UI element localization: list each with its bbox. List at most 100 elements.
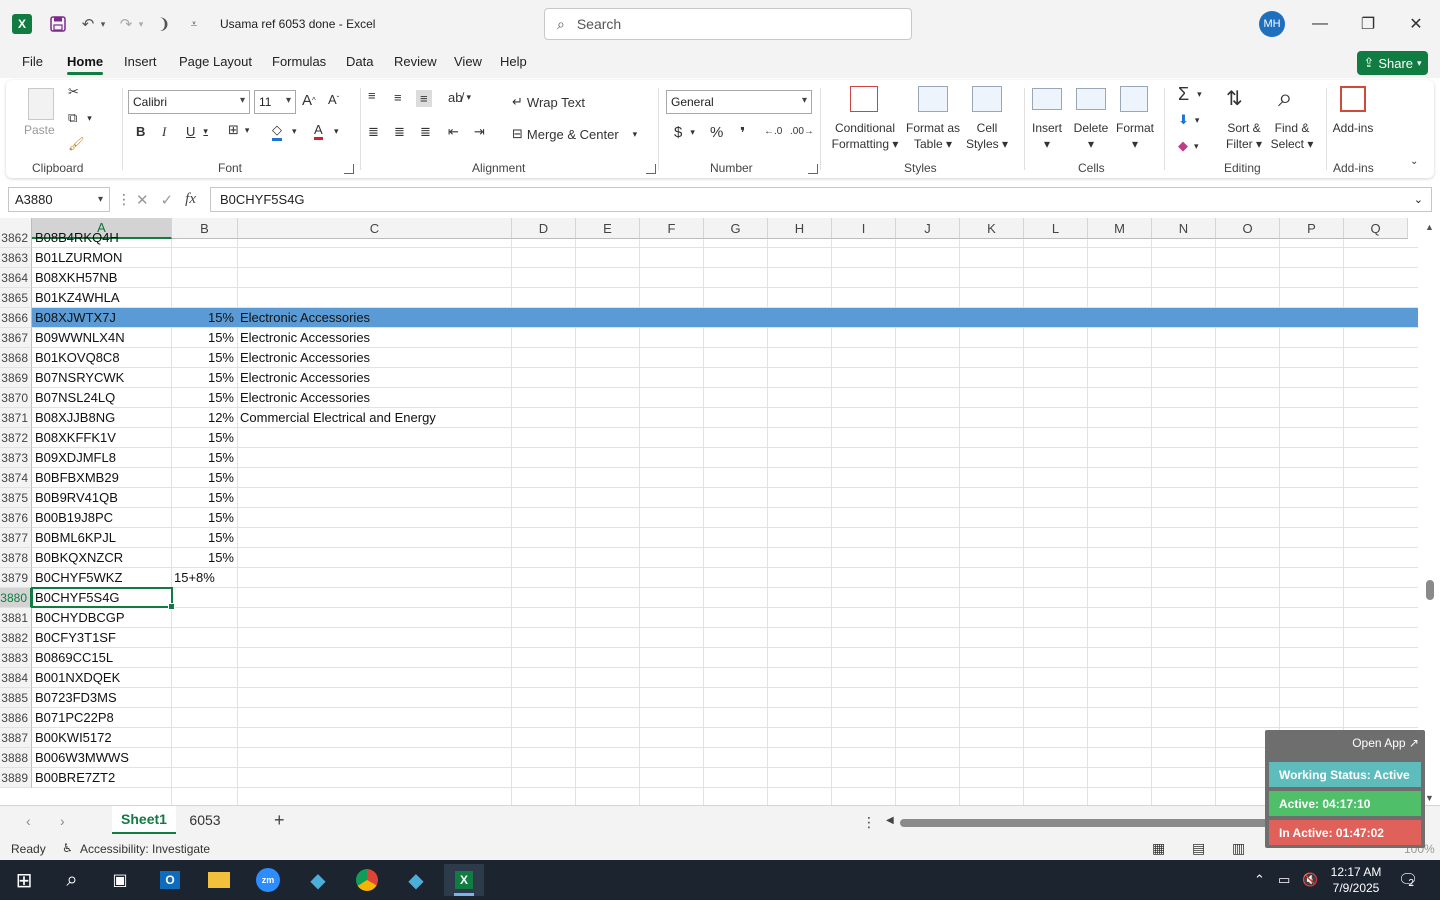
bold-icon[interactable]: B: [136, 124, 145, 139]
clock[interactable]: 12:17 AM 7/9/2025: [1328, 864, 1384, 896]
next-sheet-icon[interactable]: ›: [60, 813, 65, 829]
insert-cells-button[interactable]: Insert ▾: [1030, 120, 1064, 152]
row-header[interactable]: 3862: [0, 228, 32, 248]
table-row[interactable]: B07NSL24LQ 15% Electronic Accessories: [32, 388, 1418, 408]
worksheet-grid[interactable]: A B C D E F G H I J K L M N O P Q 3862 B08B4RKQ4H 3863 B01LZ…: [0, 218, 1440, 805]
prev-sheet-icon[interactable]: ‹: [26, 813, 31, 829]
cell-b[interactable]: 15%: [172, 548, 234, 568]
cell-b[interactable]: 15%: [172, 448, 234, 468]
avatar[interactable]: MH: [1259, 11, 1285, 37]
cell-b[interactable]: 15%: [172, 388, 234, 408]
table-row[interactable]: B08XJWTX7J 15% Electronic Accessories: [32, 308, 1418, 328]
cell-a[interactable]: B07NSL24LQ: [35, 388, 115, 408]
cell-a[interactable]: B0BFBXMB29: [35, 468, 119, 488]
alignment-launcher-icon[interactable]: [646, 164, 656, 174]
cut-icon[interactable]: ✂: [68, 84, 79, 100]
cell-b[interactable]: 15%: [172, 468, 234, 488]
cell-a[interactable]: B08B4RKQ4H: [35, 228, 119, 248]
wrap-text-button[interactable]: ↵ Wrap Text: [512, 94, 585, 110]
tab-home[interactable]: Home: [67, 54, 104, 75]
cell-a[interactable]: B01LZURMON: [35, 248, 122, 268]
increase-decimal-icon[interactable]: ←.0: [764, 126, 782, 137]
task-view-icon[interactable]: ▣: [100, 864, 140, 896]
table-row[interactable]: B00KWI5172: [32, 728, 1418, 748]
share-button[interactable]: ⇪ Share ▾: [1357, 51, 1428, 75]
close-icon[interactable]: ✕: [1392, 0, 1440, 48]
table-row[interactable]: B0723FD3MS: [32, 688, 1418, 708]
cell-b[interactable]: 15%: [172, 308, 234, 328]
row-header[interactable]: 3868: [0, 348, 32, 368]
add-ins-button[interactable]: Add-ins: [1328, 120, 1378, 136]
chevron-down-icon[interactable]: ▾: [292, 126, 297, 137]
increase-indent-icon[interactable]: ⇥: [474, 124, 485, 140]
row-header[interactable]: 3876: [0, 508, 32, 528]
cell-a[interactable]: B0723FD3MS: [35, 688, 117, 708]
page-layout-view-icon[interactable]: ▤: [1192, 840, 1205, 857]
format-painter-icon[interactable]: 🖌: [68, 136, 85, 152]
number-format-select[interactable]: General ▾: [666, 90, 812, 114]
row-header[interactable]: 3883: [0, 648, 32, 668]
table-row[interactable]: B0BML6KPJL 15%: [32, 528, 1418, 548]
cell-a[interactable]: B01KOVQ8C8: [35, 348, 120, 368]
row-header[interactable]: 3875: [0, 488, 32, 508]
find-select-button[interactable]: Find & Select ▾: [1268, 120, 1316, 152]
scroll-up-icon[interactable]: ▲: [1425, 222, 1434, 232]
cell-a[interactable]: B00KWI5172: [35, 728, 112, 748]
undo-icon[interactable]: ↶: [76, 12, 100, 36]
cell-c[interactable]: Electronic Accessories: [240, 328, 370, 348]
borders-icon[interactable]: ⊞ ▾: [228, 122, 249, 138]
volume-icon[interactable]: 🔇: [1302, 860, 1318, 900]
start-icon[interactable]: ⊞: [4, 864, 44, 896]
cell-a[interactable]: B0BKQXNZCR: [35, 548, 123, 568]
tab-formulas[interactable]: Formulas: [272, 54, 326, 69]
tab-insert[interactable]: Insert: [124, 54, 157, 69]
formula-input[interactable]: B0CHYF5S4G ⌄: [210, 187, 1432, 212]
row-header[interactable]: 3873: [0, 448, 32, 468]
table-row[interactable]: B01KZ4WHLA: [32, 288, 1418, 308]
fill-color-icon[interactable]: ◇: [272, 122, 282, 141]
table-row[interactable]: B09XDJMFL8 15%: [32, 448, 1418, 468]
table-row[interactable]: B0BFBXMB29 15%: [32, 468, 1418, 488]
conditional-formatting-button[interactable]: Conditional Formatting ▾: [828, 120, 902, 152]
row-header[interactable]: 3865: [0, 288, 32, 308]
table-row[interactable]: B0CHYF5WKZ 15+8%: [32, 568, 1418, 588]
row-header[interactable]: 3880: [0, 588, 32, 608]
scroll-down-icon[interactable]: ▼: [1425, 793, 1434, 803]
decrease-decimal-icon[interactable]: .00→: [790, 126, 814, 137]
font-color-icon[interactable]: A: [314, 122, 323, 140]
save-icon[interactable]: [46, 12, 70, 36]
row-header[interactable]: 3864: [0, 268, 32, 288]
cell-b[interactable]: 15%: [172, 508, 234, 528]
paste-icon[interactable]: [28, 88, 54, 120]
enter-icon[interactable]: ✓: [161, 191, 174, 209]
collapse-ribbon-icon[interactable]: ⌄: [1410, 156, 1418, 167]
cell-a[interactable]: B08XKH57NB: [35, 268, 117, 288]
row-header[interactable]: 3879: [0, 568, 32, 588]
tab-help[interactable]: Help: [500, 54, 527, 69]
align-top-icon[interactable]: ≡: [368, 88, 376, 103]
percent-icon[interactable]: %: [710, 124, 723, 141]
cell-a[interactable]: B0CFY3T1SF: [35, 628, 116, 648]
tab-data[interactable]: Data: [346, 54, 373, 69]
table-row[interactable]: B09WWNLX4N 15% Electronic Accessories: [32, 328, 1418, 348]
currency-icon[interactable]: $ ▾: [674, 124, 695, 141]
row-header[interactable]: 3872: [0, 428, 32, 448]
cell-a[interactable]: B07NSRYCWK: [35, 368, 124, 388]
table-row[interactable]: B0869CC15L: [32, 648, 1418, 668]
chevron-down-icon[interactable]: ▾: [136, 12, 146, 36]
row-header[interactable]: 3877: [0, 528, 32, 548]
row-header[interactable]: 3869: [0, 368, 32, 388]
copy-icon[interactable]: ⧉ ▾: [68, 110, 92, 126]
comma-style-icon[interactable]: ❜: [740, 124, 745, 142]
paste-button[interactable]: Paste: [24, 122, 55, 138]
cell-a[interactable]: B08XJJB8NG: [35, 408, 115, 428]
row-header[interactable]: 3884: [0, 668, 32, 688]
decrease-font-icon[interactable]: Aˇ: [328, 92, 339, 107]
cell-c[interactable]: Electronic Accessories: [240, 368, 370, 388]
outlook-icon[interactable]: O: [150, 864, 190, 896]
search-box[interactable]: ⌕ Search: [544, 8, 912, 40]
normal-view-icon[interactable]: ▦: [1152, 840, 1165, 857]
expand-formula-icon[interactable]: ⌄: [1414, 193, 1423, 206]
app-icon[interactable]: ◆: [396, 864, 436, 896]
delete-cells-button[interactable]: Delete ▾: [1070, 120, 1112, 152]
